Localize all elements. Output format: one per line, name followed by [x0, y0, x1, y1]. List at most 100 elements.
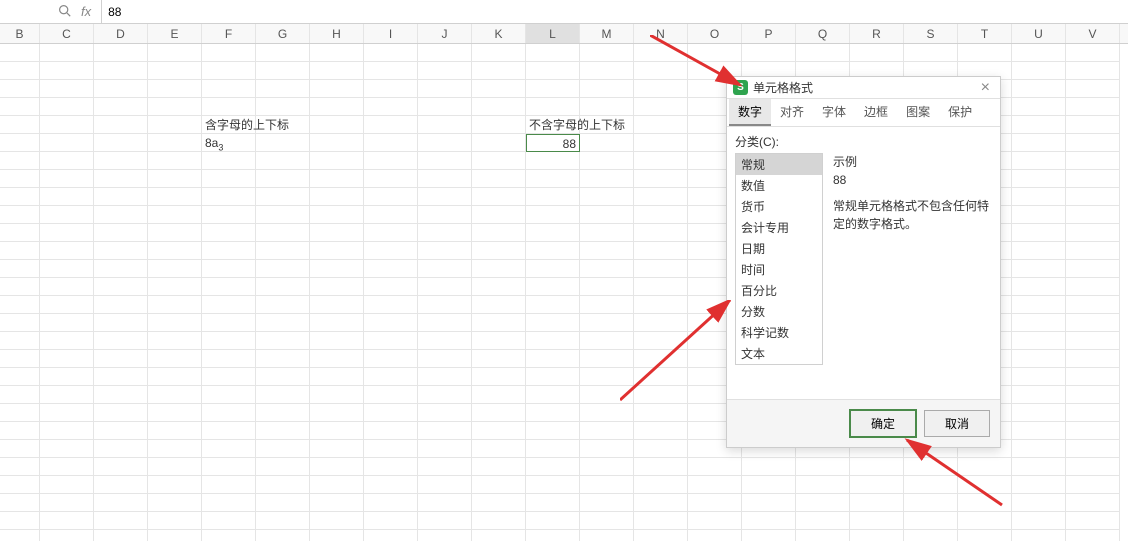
cell[interactable] — [256, 80, 310, 98]
cell[interactable] — [418, 242, 472, 260]
cell[interactable] — [94, 206, 148, 224]
cell[interactable] — [1066, 134, 1120, 152]
cell[interactable] — [40, 476, 94, 494]
cell[interactable] — [256, 350, 310, 368]
ok-button[interactable]: 确定 — [850, 410, 916, 437]
cell[interactable] — [0, 368, 40, 386]
cell[interactable] — [526, 350, 580, 368]
cell[interactable] — [256, 170, 310, 188]
cell[interactable] — [364, 512, 418, 530]
tab-保护[interactable]: 保护 — [939, 99, 981, 126]
cell[interactable] — [40, 206, 94, 224]
cell[interactable] — [1066, 260, 1120, 278]
close-icon[interactable]: × — [977, 79, 994, 97]
cell[interactable] — [1012, 440, 1066, 458]
cell[interactable] — [472, 332, 526, 350]
cell[interactable] — [94, 422, 148, 440]
category-item[interactable]: 特殊 — [736, 364, 822, 365]
cell[interactable] — [94, 368, 148, 386]
cell[interactable] — [364, 386, 418, 404]
cell[interactable] — [1066, 206, 1120, 224]
cell[interactable] — [310, 44, 364, 62]
cell[interactable] — [40, 350, 94, 368]
cell[interactable] — [202, 62, 256, 80]
cell[interactable] — [1066, 188, 1120, 206]
cell[interactable] — [148, 152, 202, 170]
cell[interactable] — [94, 278, 148, 296]
cell[interactable] — [364, 530, 418, 541]
category-item[interactable]: 文本 — [736, 343, 822, 364]
cell[interactable] — [1012, 314, 1066, 332]
cell[interactable] — [472, 422, 526, 440]
cell[interactable] — [202, 314, 256, 332]
cell[interactable] — [364, 134, 418, 152]
cell[interactable] — [364, 350, 418, 368]
cell[interactable] — [40, 422, 94, 440]
cell[interactable] — [1012, 350, 1066, 368]
cell[interactable] — [418, 314, 472, 332]
cell[interactable] — [310, 368, 364, 386]
column-header[interactable]: L — [526, 24, 580, 43]
cell[interactable] — [418, 404, 472, 422]
cell[interactable] — [850, 44, 904, 62]
cell[interactable] — [202, 512, 256, 530]
cell[interactable] — [850, 476, 904, 494]
cell[interactable] — [310, 296, 364, 314]
cell[interactable] — [1066, 386, 1120, 404]
cell[interactable] — [310, 314, 364, 332]
cell[interactable] — [40, 530, 94, 541]
cell[interactable] — [1066, 62, 1120, 80]
cell[interactable] — [526, 170, 580, 188]
cell[interactable] — [418, 206, 472, 224]
cell[interactable] — [580, 278, 634, 296]
cell[interactable] — [418, 386, 472, 404]
cell[interactable] — [418, 278, 472, 296]
cell[interactable] — [796, 44, 850, 62]
cell[interactable] — [580, 512, 634, 530]
cell[interactable] — [1012, 332, 1066, 350]
tab-对齐[interactable]: 对齐 — [771, 99, 813, 126]
cell[interactable] — [364, 170, 418, 188]
cell[interactable] — [0, 116, 40, 134]
cell[interactable] — [94, 530, 148, 541]
cell[interactable] — [1012, 62, 1066, 80]
cell[interactable] — [94, 512, 148, 530]
cell[interactable] — [202, 440, 256, 458]
cell[interactable] — [310, 494, 364, 512]
cell[interactable] — [256, 296, 310, 314]
cell[interactable] — [202, 404, 256, 422]
cell[interactable] — [1066, 494, 1120, 512]
cell[interactable] — [472, 296, 526, 314]
cell[interactable] — [580, 206, 634, 224]
cell[interactable] — [202, 476, 256, 494]
cell[interactable] — [580, 188, 634, 206]
cell[interactable] — [418, 476, 472, 494]
column-header[interactable]: S — [904, 24, 958, 43]
cell[interactable] — [472, 476, 526, 494]
category-item[interactable]: 货币 — [736, 196, 822, 217]
cell[interactable] — [418, 260, 472, 278]
cell[interactable] — [0, 206, 40, 224]
column-header[interactable]: P — [742, 24, 796, 43]
cell[interactable] — [364, 206, 418, 224]
cell[interactable] — [1012, 422, 1066, 440]
category-item[interactable]: 数值 — [736, 175, 822, 196]
cell[interactable] — [148, 530, 202, 541]
cell[interactable] — [94, 494, 148, 512]
cell[interactable] — [526, 224, 580, 242]
cell[interactable] — [310, 476, 364, 494]
cell[interactable] — [364, 296, 418, 314]
cell[interactable] — [688, 512, 742, 530]
column-header[interactable]: J — [418, 24, 472, 43]
cell[interactable] — [94, 386, 148, 404]
cell[interactable] — [1012, 206, 1066, 224]
cell[interactable] — [148, 332, 202, 350]
cell[interactable] — [418, 116, 472, 134]
cell[interactable] — [310, 80, 364, 98]
cell[interactable] — [0, 62, 40, 80]
cell[interactable] — [310, 188, 364, 206]
cell[interactable] — [742, 494, 796, 512]
cell[interactable] — [580, 116, 634, 134]
cell[interactable] — [526, 206, 580, 224]
cell[interactable] — [1066, 242, 1120, 260]
